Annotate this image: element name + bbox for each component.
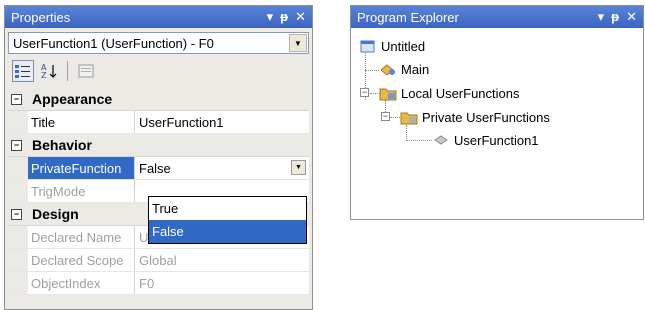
tree-node-userfunction1[interactable]: UserFunction1 [432,130,539,150]
properties-title: Properties [11,9,71,25]
tree-node-private-userfunctions[interactable]: Private UserFunctions [400,107,550,127]
tree-line [406,125,407,141]
close-icon[interactable]: ✕ [626,10,637,23]
property-name: Declared Name [8,226,135,248]
category-label: Design [32,206,79,222]
property-row-title[interactable]: Title UserFunction1 [8,111,309,134]
property-grid: − Appearance Title UserFunction1 − Behav… [8,88,309,295]
category-behavior[interactable]: − Behavior [8,134,309,157]
value-dropdown-list[interactable]: True False [148,196,307,244]
object-selector[interactable]: UserFunction1 (UserFunction) - F0 ▼ [8,32,309,54]
pin-icon[interactable]: ᵽ [611,10,619,23]
toolbar-separator [67,61,68,81]
properties-panel: Properties ▾ ᵽ ✕ UserFunction1 (UserFunc… [4,5,313,310]
tree-node-label: Local UserFunctions [401,85,520,101]
property-value: F0 [139,275,155,291]
property-name: TrigMode [8,180,135,202]
collapse-icon[interactable]: − [11,139,22,151]
property-value-editor[interactable]: False ▼ [135,157,309,179]
collapse-icon[interactable]: − [11,208,22,220]
property-name: Declared Scope [8,249,135,271]
tree-line [365,70,379,71]
folder-icon [379,85,397,101]
property-name: Title [8,111,135,133]
categorized-view-button[interactable] [12,60,34,82]
tree-node-local-userfunctions[interactable]: Local UserFunctions [379,83,520,103]
main-function-icon [379,61,397,77]
dropdown-arrow-icon[interactable]: ▾ [267,10,274,23]
pin-icon[interactable]: ᵽ [280,10,288,23]
dropdown-arrow-icon[interactable]: ▾ [598,10,605,23]
close-icon[interactable]: ✕ [295,10,306,23]
tree-node-label: UserFunction1 [454,132,539,148]
tree-node-untitled[interactable]: Untitled [359,36,425,56]
tree-node-label: Main [401,61,430,77]
dropdown-option-true[interactable]: True [149,197,306,220]
category-label: Behavior [32,137,92,153]
properties-titlebar: Properties ▾ ᵽ ✕ [5,6,312,28]
property-value: False [139,160,171,176]
folder-icon [400,109,418,125]
collapse-toggle-icon[interactable]: − [360,88,369,97]
dropdown-option-false[interactable]: False [149,220,306,243]
property-row-declared-scope[interactable]: Declared Scope Global [8,249,309,272]
property-pages-button[interactable] [75,60,97,82]
chevron-down-icon[interactable]: ▼ [291,160,306,175]
property-row-privatefunction[interactable]: PrivateFunction False ▼ [8,157,309,180]
tree-node-label: Private UserFunctions [422,109,550,125]
tree-node-label: Untitled [381,38,426,54]
explorer-tree: Untitled Main − Local UserFunctions − Pr… [351,28,643,219]
categorized-icon [15,65,30,78]
property-name: ObjectIndex [8,272,135,294]
explorer-titlebar: Program Explorer ▾ ᵽ ✕ [351,6,643,28]
tree-line [406,140,432,141]
chevron-down-icon[interactable]: ▼ [289,34,307,52]
sort-az-icon: A Z [41,63,57,79]
collapse-icon[interactable]: − [11,93,22,105]
properties-toolbar: A Z [8,56,309,86]
property-value[interactable]: UserFunction1 [135,111,309,133]
property-row-objectindex[interactable]: ObjectIndex F0 [8,272,309,295]
collapse-toggle-icon[interactable]: − [381,112,390,121]
property-value: Global [139,252,177,268]
object-selector-value: UserFunction1 (UserFunction) - F0 [13,35,214,51]
project-icon [359,38,377,54]
alphabetical-view-button[interactable]: A Z [38,60,60,82]
category-label: Appearance [32,91,113,107]
property-pages-icon [78,64,94,78]
property-name: PrivateFunction [8,157,135,179]
tree-node-main[interactable]: Main [379,59,429,79]
tree-line [390,117,400,118]
program-explorer-panel: Program Explorer ▾ ᵽ ✕ Untitled Main − L… [350,5,644,220]
category-appearance[interactable]: − Appearance [8,88,309,111]
svg-text:Z: Z [41,71,47,79]
function-icon [432,132,450,148]
explorer-title: Program Explorer [357,9,459,25]
